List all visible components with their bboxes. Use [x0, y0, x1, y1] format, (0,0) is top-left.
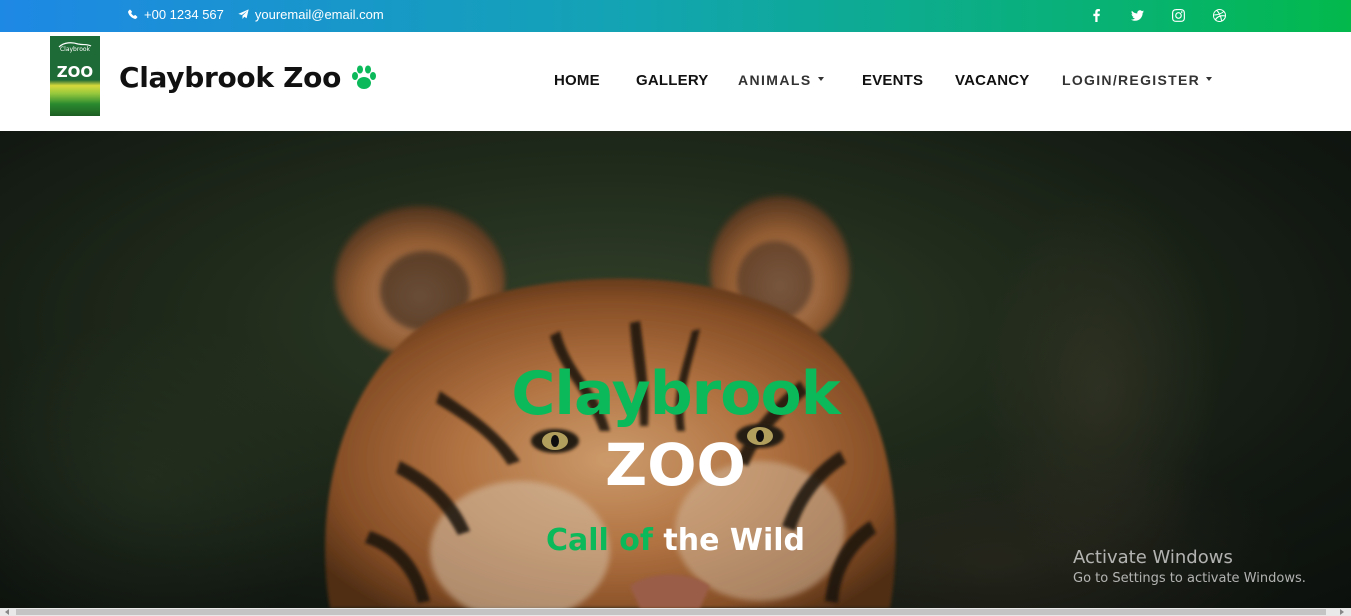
- nav-animals[interactable]: ANIMALS: [738, 72, 824, 88]
- social-links: [1076, 5, 1240, 25]
- nav-login-register[interactable]: LOGIN/REGISTER: [1062, 72, 1212, 88]
- brand-name[interactable]: Claybrook Zoo: [119, 61, 378, 94]
- tagline-white: the Wild: [663, 523, 805, 558]
- email-contact[interactable]: youremail@email.com: [238, 7, 384, 22]
- nav-login-register-label: LOGIN/REGISTER: [1062, 72, 1200, 88]
- scroll-left-arrow-icon[interactable]: [5, 609, 9, 615]
- dribbble-icon: [1213, 8, 1226, 22]
- caret-down-icon: [817, 77, 824, 82]
- nav-events[interactable]: EVENTS: [862, 72, 923, 89]
- nav-vacancy[interactable]: VACANCY: [955, 72, 1029, 89]
- paw-icon: [352, 65, 377, 89]
- hero-title-line1: Claybrook: [511, 359, 840, 429]
- nav-gallery[interactable]: GALLERY: [636, 72, 709, 89]
- paper-plane-icon: [238, 9, 249, 19]
- facebook-icon: [1093, 8, 1100, 22]
- facebook-link[interactable]: [1076, 5, 1117, 25]
- phone-icon: [128, 9, 138, 19]
- logo-big-text: ZOO: [56, 63, 94, 81]
- twitter-icon: [1131, 9, 1144, 21]
- instagram-icon: [1172, 8, 1185, 22]
- nav-animals-label: ANIMALS: [738, 72, 812, 88]
- hero-title-line2: ZOO: [605, 431, 746, 499]
- phone-number: +00 1234 567: [144, 7, 224, 22]
- zoo-logo[interactable]: Claybrook ZOO: [50, 36, 100, 116]
- brand-text: Claybrook Zoo: [119, 61, 342, 94]
- top-bar: +00 1234 567 youremail@email.com: [0, 0, 1351, 32]
- scroll-right-arrow-icon[interactable]: [1340, 609, 1344, 615]
- watermark-line1: Activate Windows: [1073, 547, 1233, 568]
- instagram-link[interactable]: [1158, 5, 1199, 25]
- site-header: Claybrook ZOO Claybrook Zoo HOME GALLERY…: [0, 32, 1351, 131]
- nav-home[interactable]: HOME: [554, 72, 600, 89]
- phone-contact[interactable]: +00 1234 567: [127, 7, 224, 22]
- logo-small-text: Claybrook: [59, 46, 91, 53]
- dribbble-link[interactable]: [1199, 5, 1240, 25]
- scrollbar-thumb[interactable]: [16, 609, 1326, 615]
- twitter-link[interactable]: [1117, 5, 1158, 25]
- tagline-green: Call of: [545, 523, 653, 558]
- activate-windows-watermark: Activate Windows Go to Settings to activ…: [1073, 547, 1306, 586]
- watermark-line2: Go to Settings to activate Windows.: [1073, 571, 1306, 586]
- horizontal-scrollbar[interactable]: [0, 608, 1351, 616]
- contact-info: +00 1234 567 youremail@email.com: [127, 7, 392, 22]
- caret-down-icon: [1206, 77, 1212, 82]
- hero-banner: Claybrook ZOO Call of the Wild Activate …: [0, 131, 1351, 608]
- email-address: youremail@email.com: [254, 7, 384, 22]
